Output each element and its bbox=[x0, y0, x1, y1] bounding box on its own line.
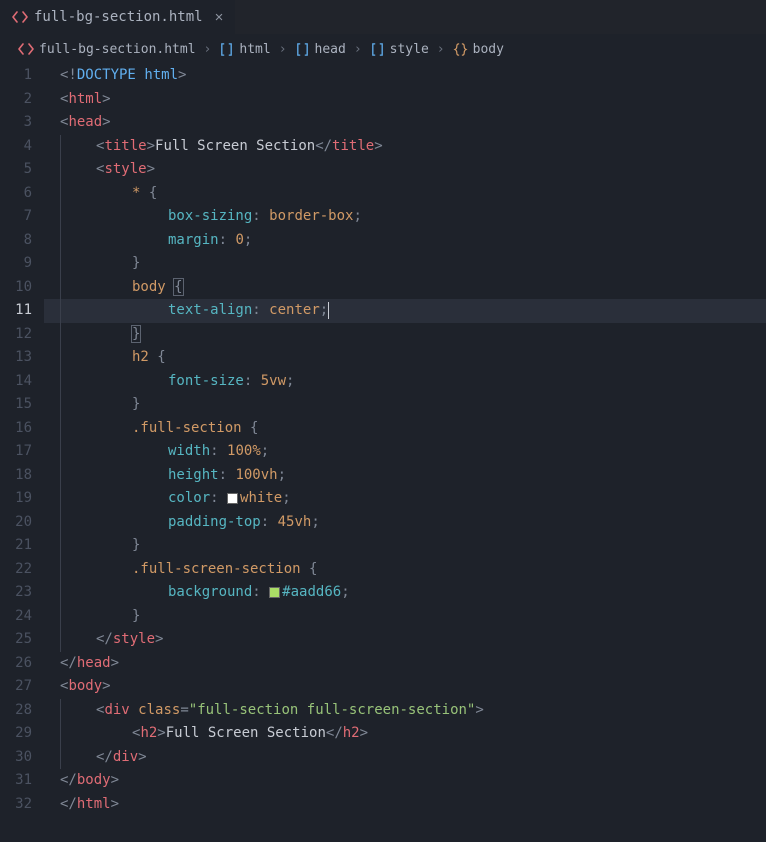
line-number: 1 bbox=[24, 64, 32, 88]
code-line: padding-top: 45vh; bbox=[60, 511, 766, 535]
code-line-active: text-align: center; bbox=[44, 299, 766, 323]
chevron-right-icon: › bbox=[277, 42, 289, 57]
line-number: 14 bbox=[15, 370, 32, 394]
line-number: 9 bbox=[24, 252, 32, 276]
line-number: 29 bbox=[15, 722, 32, 746]
braces-icon bbox=[453, 42, 468, 57]
line-number: 27 bbox=[15, 675, 32, 699]
code-line: <head> bbox=[60, 111, 766, 135]
code-line: body { bbox=[60, 276, 766, 300]
code-line: * { bbox=[60, 182, 766, 206]
code-line: color: white; bbox=[60, 487, 766, 511]
text-cursor bbox=[328, 302, 329, 319]
line-number: 15 bbox=[15, 393, 32, 417]
code-line: } bbox=[60, 393, 766, 417]
line-number: 12 bbox=[15, 323, 32, 347]
line-number: 6 bbox=[24, 182, 32, 206]
line-number: 3 bbox=[24, 111, 32, 135]
line-number: 18 bbox=[15, 464, 32, 488]
chevron-right-icon: › bbox=[435, 42, 447, 57]
color-swatch bbox=[227, 493, 238, 504]
code-area[interactable]: <!DOCTYPE html> <html> <head> <title>Ful… bbox=[44, 64, 766, 842]
line-number: 24 bbox=[15, 605, 32, 629]
code-line: .full-screen-section { bbox=[60, 558, 766, 582]
line-number: 19 bbox=[15, 487, 32, 511]
file-tab[interactable]: full-bg-section.html × bbox=[0, 0, 235, 34]
crumb-style[interactable]: style bbox=[370, 42, 429, 57]
code-line: h2 { bbox=[60, 346, 766, 370]
code-line: <html> bbox=[60, 88, 766, 112]
line-number: 7 bbox=[24, 205, 32, 229]
line-number: 30 bbox=[15, 746, 32, 770]
code-line: box-sizing: border-box; bbox=[60, 205, 766, 229]
line-number: 21 bbox=[15, 534, 32, 558]
crumb-label: full-bg-section.html bbox=[39, 42, 196, 57]
code-line: <!DOCTYPE html> bbox=[60, 64, 766, 88]
crumb-html[interactable]: html bbox=[219, 42, 270, 57]
code-line: <style> bbox=[60, 158, 766, 182]
line-number: 31 bbox=[15, 769, 32, 793]
crumb-label: html bbox=[239, 42, 270, 57]
line-number: 16 bbox=[15, 417, 32, 441]
code-line: .full-section { bbox=[60, 417, 766, 441]
line-number: 23 bbox=[15, 581, 32, 605]
crumb-label: body bbox=[473, 42, 504, 57]
tab-bar: full-bg-section.html × bbox=[0, 0, 766, 34]
code-file-icon bbox=[18, 41, 34, 57]
code-editor[interactable]: 1234567891011121314151617181920212223242… bbox=[0, 64, 766, 842]
code-line: background: #aadd66; bbox=[60, 581, 766, 605]
line-number: 5 bbox=[24, 158, 32, 182]
code-line: } bbox=[60, 605, 766, 629]
close-icon[interactable]: × bbox=[215, 9, 224, 26]
code-line: font-size: 5vw; bbox=[60, 370, 766, 394]
crumb-head[interactable]: head bbox=[295, 42, 346, 57]
code-line: <title>Full Screen Section</title> bbox=[60, 135, 766, 159]
code-line: <body> bbox=[60, 675, 766, 699]
tab-label: full-bg-section.html bbox=[34, 9, 203, 25]
line-number: 11 bbox=[15, 299, 32, 323]
line-number: 2 bbox=[24, 88, 32, 112]
code-line: </style> bbox=[60, 628, 766, 652]
line-number: 20 bbox=[15, 511, 32, 535]
line-number: 25 bbox=[15, 628, 32, 652]
brackets-icon bbox=[219, 42, 234, 57]
code-line: </body> bbox=[60, 769, 766, 793]
chevron-right-icon: › bbox=[352, 42, 364, 57]
chevron-right-icon: › bbox=[202, 42, 214, 57]
code-line: height: 100vh; bbox=[60, 464, 766, 488]
code-line: } bbox=[60, 534, 766, 558]
crumb-body[interactable]: body bbox=[453, 42, 504, 57]
code-line: } bbox=[60, 323, 766, 347]
line-number: 8 bbox=[24, 229, 32, 253]
line-number: 17 bbox=[15, 440, 32, 464]
code-line: <div class="full-section full-screen-sec… bbox=[60, 699, 766, 723]
code-line: width: 100%; bbox=[60, 440, 766, 464]
code-line: margin: 0; bbox=[60, 229, 766, 253]
line-number: 32 bbox=[15, 793, 32, 817]
line-number: 13 bbox=[15, 346, 32, 370]
brackets-icon bbox=[370, 42, 385, 57]
code-line: </div> bbox=[60, 746, 766, 770]
crumb-label: style bbox=[390, 42, 429, 57]
line-number: 22 bbox=[15, 558, 32, 582]
crumb-file[interactable]: full-bg-section.html bbox=[18, 41, 196, 57]
code-line: <h2>Full Screen Section</h2> bbox=[60, 722, 766, 746]
brackets-icon bbox=[295, 42, 310, 57]
code-line: </html> bbox=[60, 793, 766, 817]
breadcrumb: full-bg-section.html › html › head › sty… bbox=[0, 34, 766, 64]
line-number: 4 bbox=[24, 135, 32, 159]
code-file-icon bbox=[12, 9, 28, 25]
line-gutter: 1234567891011121314151617181920212223242… bbox=[0, 64, 44, 842]
code-line: </head> bbox=[60, 652, 766, 676]
code-line: } bbox=[60, 252, 766, 276]
crumb-label: head bbox=[315, 42, 346, 57]
color-swatch bbox=[269, 587, 280, 598]
line-number: 10 bbox=[15, 276, 32, 300]
line-number: 26 bbox=[15, 652, 32, 676]
line-number: 28 bbox=[15, 699, 32, 723]
